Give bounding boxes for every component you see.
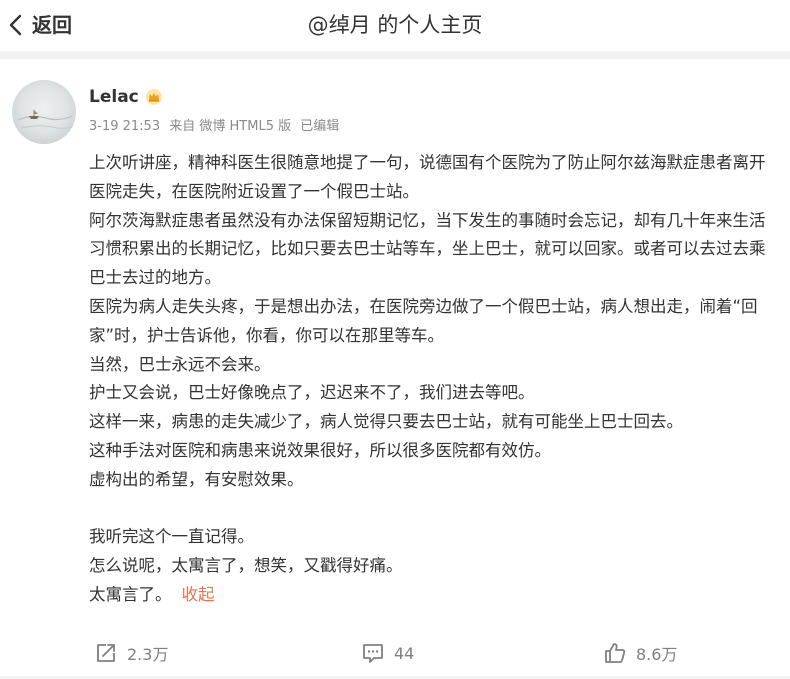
post-paragraph: 护士又会说，巴士好像晚点了，迟迟来不了，我们进去等吧。 [89, 383, 535, 403]
edited-label[interactable]: 已编辑 [300, 119, 339, 134]
collapse-link[interactable]: 收起 [182, 585, 215, 604]
post-date: 3-19 21:53 [89, 119, 161, 134]
comment-count: 44 [394, 643, 415, 663]
post-paragraph: 阿尔茨海默症患者虽然没有办法保留短期记忆，当下发生的事随时会忘记，却有几十年来生… [89, 210, 766, 288]
comment-button[interactable]: 44 [362, 636, 414, 670]
post-paragraph: 医院为病人走失头疼，于是想出办法，在医院旁边做了一个假巴士站，病人想出走，闹着“… [89, 296, 758, 345]
post-body: 上次听讲座，精神科医生很随意地提了一句，说德国有个医院为了防止阿尔兹海默症患者离… [89, 149, 779, 610]
post-paragraph: 怎么说呢，太寓言了，想笑，又戳得好痛。 [89, 556, 403, 576]
thumbs-up-icon [605, 643, 626, 663]
post-last-line: 太寓言了。 收起 [89, 581, 779, 610]
post-paragraph: 上次听讲座，精神科医生很随意地提了一句，说德国有个医院为了防止阿尔兹海默症患者离… [89, 153, 766, 201]
post-paragraph: 太寓言了。 [89, 584, 172, 604]
avatar[interactable] [12, 80, 76, 144]
post-author[interactable]: Lelac [89, 85, 163, 109]
like-button[interactable]: 8.6万 [604, 636, 677, 670]
username[interactable]: Lelac [89, 85, 139, 109]
share-icon [97, 644, 115, 662]
post-source: 来自 微博 HTML5 版 [169, 119, 292, 134]
top-bar: 返回 @绰月 的个人主页 [0, 0, 790, 50]
header-divider [0, 51, 790, 59]
like-count: 8.6万 [636, 645, 678, 664]
post-paragraph: 这样一来，病患的走失减少了，病人觉得只要去巴士站，就有可能坐上巴士回去。 [89, 412, 683, 432]
crown-badge-icon [145, 88, 163, 106]
post-paragraph: 虚构出的希望，有安慰效果。 [89, 469, 304, 489]
post-paragraph: 当然，巴士永远不会来。 [89, 354, 271, 374]
post-paragraph: 这种手法对医院和病患来说效果很好，所以很多医院都有效仿。 [89, 440, 551, 460]
page-title: @绰月 的个人主页 [307, 13, 483, 37]
repost-count: 2.3万 [127, 645, 169, 664]
comment-icon [363, 644, 383, 663]
repost-button[interactable]: 2.3万 [95, 636, 168, 670]
post-paragraph: 我听完这个一直记得。 [89, 527, 254, 547]
avatar-image [12, 80, 76, 144]
action-bar: 2.3万 44 8.6万 [0, 636, 790, 670]
post-meta: 3-19 21:53 来自 微博 HTML5 版 已编辑 [89, 117, 344, 137]
